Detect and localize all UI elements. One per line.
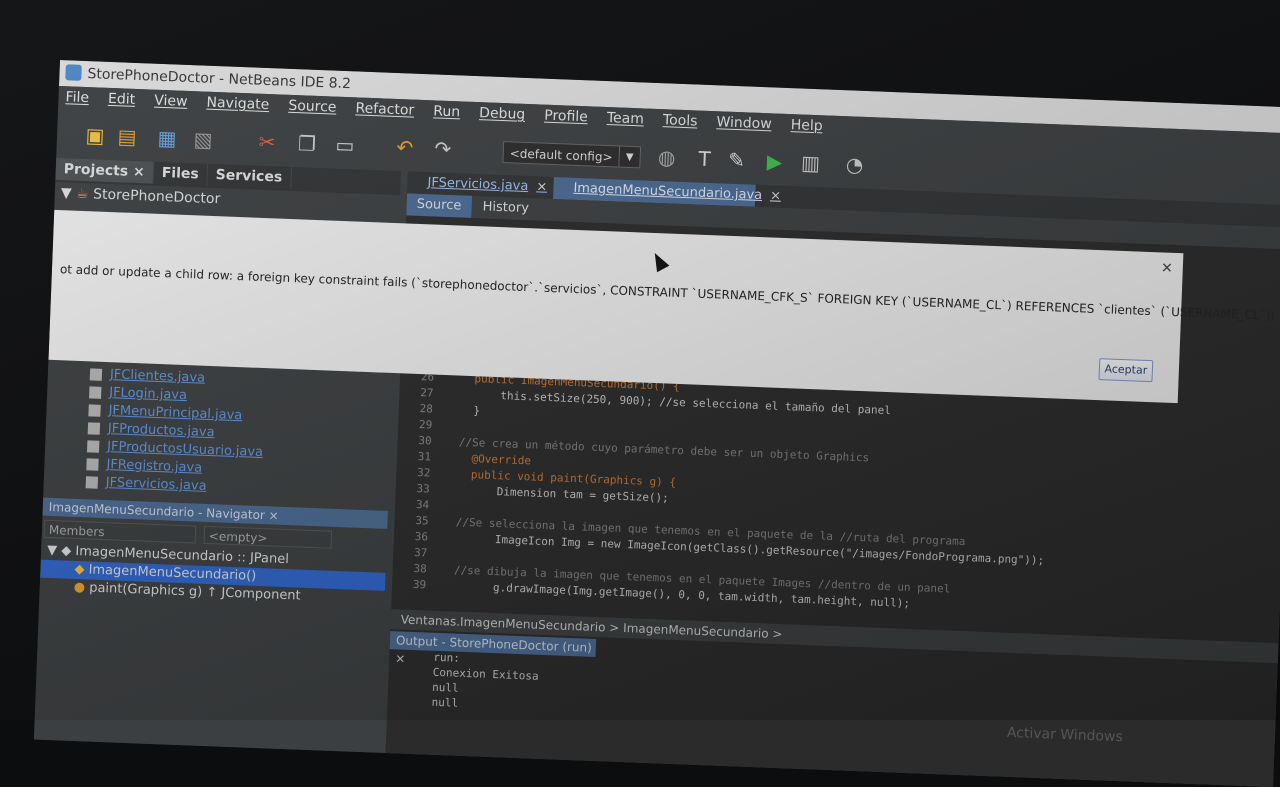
chevron-right-icon: > (772, 626, 783, 642)
profile-icon[interactable]: ◔ (842, 152, 867, 177)
close-icon[interactable]: × (268, 508, 279, 522)
line-number: 31 (417, 450, 432, 464)
close-icon[interactable]: × (770, 188, 781, 203)
method-icon: ● (73, 579, 86, 596)
empty-select[interactable]: <empty> (203, 525, 333, 549)
code-line: @Override (444, 451, 532, 468)
tab-files[interactable]: Files (153, 161, 209, 186)
java-file-icon (86, 440, 100, 453)
cut-icon[interactable]: ✂ (255, 130, 280, 155)
clean-build-icon[interactable]: ✎ (724, 148, 749, 173)
line-number: 35 (415, 513, 429, 528)
build-icon[interactable]: T (692, 146, 717, 171)
accept-button[interactable]: Aceptar (1098, 358, 1154, 383)
expand-icon[interactable]: ▼ (61, 185, 72, 201)
project-name: StorePhoneDoctor (92, 186, 221, 208)
close-icon[interactable]: × (133, 164, 145, 180)
menu-view[interactable]: View (147, 89, 195, 113)
breadcrumb-item[interactable]: ImagenMenuSecundario (623, 621, 769, 641)
history-view-tab[interactable]: History (472, 196, 539, 221)
open-project-icon[interactable]: ▦ (155, 126, 180, 151)
new-project-icon[interactable]: ▤ (115, 124, 140, 149)
expand-icon[interactable]: ▼ (47, 543, 58, 558)
members-value: Members (48, 522, 105, 540)
java-file-icon (87, 422, 101, 435)
line-number: 38 (413, 561, 427, 576)
config-select[interactable]: <default config> ▼ (502, 141, 642, 169)
tab-label: JFServicios.java (427, 175, 529, 195)
close-project-icon[interactable]: ▧ (191, 127, 216, 152)
line-number: 33 (416, 482, 431, 496)
line-number: 30 (418, 434, 432, 448)
file-label: JFClientes.java (109, 367, 206, 386)
file-label: JFLogin.java (108, 385, 188, 404)
line-number: 37 (413, 545, 428, 560)
close-icon[interactable]: × (395, 651, 406, 665)
navigator-panel: ImagenMenuSecundario - Navigator × Membe… (34, 497, 388, 751)
tab-label: ImagenMenuSecundario.java (573, 180, 763, 204)
menu-team[interactable]: Team (599, 107, 651, 131)
code-line: } (446, 403, 481, 418)
menu-navigate[interactable]: Navigate (199, 91, 277, 116)
java-file-icon (86, 458, 99, 471)
tab-projects-label: Projects (63, 161, 129, 180)
error-message: ot add or update a child row: a foreign … (59, 262, 1276, 323)
chevron-right-icon: > (609, 620, 624, 636)
close-icon[interactable]: × (536, 179, 547, 194)
menu-file[interactable]: File (58, 86, 96, 109)
file-list: JFClientes.java JFLogin.java JFMenuPrinc… (43, 364, 393, 503)
menu-tools[interactable]: Tools (656, 109, 705, 133)
copy-icon[interactable]: ❐ (295, 131, 320, 156)
line-number: 32 (416, 466, 431, 480)
menu-refactor[interactable]: Refactor (348, 97, 422, 122)
run-icon[interactable]: ▶ (762, 149, 787, 174)
file-label: JFRegistro.java (106, 457, 203, 476)
constructor-icon: ◆ (74, 561, 85, 578)
java-file-icon (88, 404, 101, 417)
line-number: 34 (415, 497, 430, 512)
netbeans-logo-icon (65, 64, 82, 81)
menu-run[interactable]: Run (426, 100, 468, 124)
java-file-icon (89, 386, 102, 399)
line-number: 36 (414, 529, 429, 544)
coffee-cup-icon: ☕ (75, 185, 89, 203)
tab-services[interactable]: Services (207, 163, 292, 189)
config-value: <default config> (509, 146, 613, 165)
members-select[interactable]: Members (43, 519, 197, 544)
globe-icon[interactable]: ◍ (654, 145, 679, 170)
source-view-tab[interactable]: Source (406, 193, 472, 218)
close-icon[interactable]: ✕ (1161, 260, 1173, 276)
class-icon: ◆ (61, 543, 72, 559)
new-file-icon[interactable]: ▣ (83, 123, 108, 148)
menu-debug[interactable]: Debug (472, 102, 533, 126)
line-number: 29 (418, 418, 433, 432)
breadcrumb-item[interactable]: Ventanas.ImagenMenuSecundario (401, 612, 606, 634)
paste-icon[interactable]: ▭ (332, 133, 357, 158)
netbeans-window: StorePhoneDoctor - NetBeans IDE 8.2 File… (33, 60, 1280, 787)
empty-value: <empty> (208, 529, 268, 546)
file-label: JFProductos.java (107, 421, 215, 441)
line-number: 28 (419, 402, 434, 416)
menu-edit[interactable]: Edit (101, 88, 143, 112)
chevron-down-icon: ▼ (618, 146, 641, 168)
java-file-icon (89, 368, 103, 381)
menu-profile[interactable]: Profile (537, 104, 595, 128)
menu-source[interactable]: Source (281, 95, 344, 119)
redo-icon[interactable]: ↷ (430, 136, 455, 161)
menu-help[interactable]: Help (783, 114, 830, 138)
undo-icon[interactable]: ↶ (392, 135, 417, 160)
line-number: 39 (412, 577, 427, 592)
debug-icon[interactable]: ▥ (798, 150, 823, 176)
line-number: 27 (419, 386, 434, 400)
menu-window[interactable]: Window (709, 111, 779, 136)
java-file-icon (85, 476, 99, 489)
tab-projects[interactable]: Projects × (55, 157, 155, 184)
file-label: JFServicios.java (105, 475, 207, 494)
